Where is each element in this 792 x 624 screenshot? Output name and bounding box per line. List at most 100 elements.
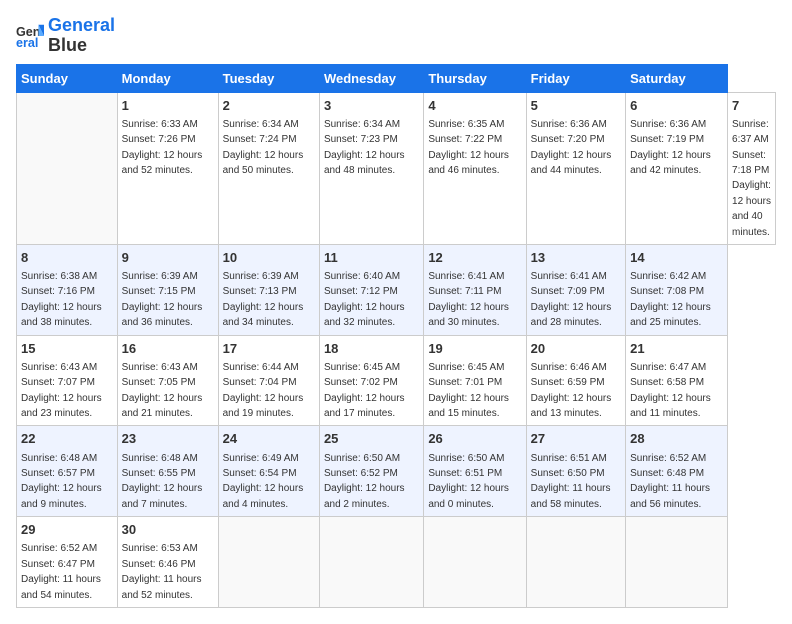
day-detail: Sunrise: 6:43 AMSunset: 7:05 PMDaylight:… <box>122 362 203 419</box>
calendar-cell: 27 Sunrise: 6:51 AMSunset: 6:50 PMDaylig… <box>526 426 625 517</box>
day-detail: Sunrise: 6:33 AMSunset: 7:26 PMDaylight:… <box>122 119 203 176</box>
day-number: 25 <box>324 430 419 448</box>
day-detail: Sunrise: 6:42 AMSunset: 7:08 PMDaylight:… <box>630 271 711 328</box>
calendar-cell: 15 Sunrise: 6:43 AMSunset: 7:07 PMDaylig… <box>17 335 118 426</box>
day-number: 28 <box>630 430 723 448</box>
weekday-header-saturday: Saturday <box>626 64 728 92</box>
calendar-cell: 14 Sunrise: 6:42 AMSunset: 7:08 PMDaylig… <box>626 244 728 335</box>
day-detail: Sunrise: 6:35 AMSunset: 7:22 PMDaylight:… <box>428 119 509 176</box>
day-number: 30 <box>122 521 214 539</box>
day-number: 17 <box>223 340 315 358</box>
day-detail: Sunrise: 6:34 AMSunset: 7:24 PMDaylight:… <box>223 119 304 176</box>
weekday-header-sunday: Sunday <box>17 64 118 92</box>
day-detail: Sunrise: 6:36 AMSunset: 7:19 PMDaylight:… <box>630 119 711 176</box>
day-detail: Sunrise: 6:45 AMSunset: 7:01 PMDaylight:… <box>428 362 509 419</box>
calendar-cell <box>319 517 423 608</box>
day-number: 27 <box>531 430 621 448</box>
calendar-cell: 13 Sunrise: 6:41 AMSunset: 7:09 PMDaylig… <box>526 244 625 335</box>
calendar-week-2: 8 Sunrise: 6:38 AMSunset: 7:16 PMDayligh… <box>17 244 776 335</box>
day-detail: Sunrise: 6:39 AMSunset: 7:15 PMDaylight:… <box>122 271 203 328</box>
calendar-cell: 5 Sunrise: 6:36 AMSunset: 7:20 PMDayligh… <box>526 92 625 244</box>
weekday-header-row: SundayMondayTuesdayWednesdayThursdayFrid… <box>17 64 776 92</box>
day-number: 8 <box>21 249 113 267</box>
day-number: 4 <box>428 97 521 115</box>
svg-text:eral: eral <box>16 36 38 50</box>
weekday-header-wednesday: Wednesday <box>319 64 423 92</box>
calendar-cell: 21 Sunrise: 6:47 AMSunset: 6:58 PMDaylig… <box>626 335 728 426</box>
calendar-cell: 30 Sunrise: 6:53 AMSunset: 6:46 PMDaylig… <box>117 517 218 608</box>
day-detail: Sunrise: 6:46 AMSunset: 6:59 PMDaylight:… <box>531 362 612 419</box>
day-detail: Sunrise: 6:41 AMSunset: 7:09 PMDaylight:… <box>531 271 612 328</box>
page-header: Gen eral GeneralBlue <box>16 16 776 56</box>
calendar-cell: 8 Sunrise: 6:38 AMSunset: 7:16 PMDayligh… <box>17 244 118 335</box>
calendar-cell: 29 Sunrise: 6:52 AMSunset: 6:47 PMDaylig… <box>17 517 118 608</box>
day-number: 22 <box>21 430 113 448</box>
calendar-cell: 12 Sunrise: 6:41 AMSunset: 7:11 PMDaylig… <box>424 244 526 335</box>
day-detail: Sunrise: 6:52 AMSunset: 6:47 PMDaylight:… <box>21 543 101 600</box>
calendar-cell: 19 Sunrise: 6:45 AMSunset: 7:01 PMDaylig… <box>424 335 526 426</box>
day-number: 14 <box>630 249 723 267</box>
day-number: 15 <box>21 340 113 358</box>
day-detail: Sunrise: 6:39 AMSunset: 7:13 PMDaylight:… <box>223 271 304 328</box>
calendar-cell: 24 Sunrise: 6:49 AMSunset: 6:54 PMDaylig… <box>218 426 319 517</box>
day-detail: Sunrise: 6:47 AMSunset: 6:58 PMDaylight:… <box>630 362 711 419</box>
calendar-cell: 4 Sunrise: 6:35 AMSunset: 7:22 PMDayligh… <box>424 92 526 244</box>
day-detail: Sunrise: 6:38 AMSunset: 7:16 PMDaylight:… <box>21 271 102 328</box>
day-detail: Sunrise: 6:51 AMSunset: 6:50 PMDaylight:… <box>531 453 611 510</box>
day-detail: Sunrise: 6:41 AMSunset: 7:11 PMDaylight:… <box>428 271 509 328</box>
day-number: 13 <box>531 249 621 267</box>
weekday-header-tuesday: Tuesday <box>218 64 319 92</box>
calendar-cell: 2 Sunrise: 6:34 AMSunset: 7:24 PMDayligh… <box>218 92 319 244</box>
day-detail: Sunrise: 6:50 AMSunset: 6:51 PMDaylight:… <box>428 453 509 510</box>
day-number: 26 <box>428 430 521 448</box>
calendar-cell: 22 Sunrise: 6:48 AMSunset: 6:57 PMDaylig… <box>17 426 118 517</box>
calendar-cell: 18 Sunrise: 6:45 AMSunset: 7:02 PMDaylig… <box>319 335 423 426</box>
calendar-cell: 1 Sunrise: 6:33 AMSunset: 7:26 PMDayligh… <box>117 92 218 244</box>
calendar-cell <box>626 517 728 608</box>
calendar-cell: 26 Sunrise: 6:50 AMSunset: 6:51 PMDaylig… <box>424 426 526 517</box>
logo-name: GeneralBlue <box>48 16 115 56</box>
day-detail: Sunrise: 6:45 AMSunset: 7:02 PMDaylight:… <box>324 362 405 419</box>
calendar-cell: 3 Sunrise: 6:34 AMSunset: 7:23 PMDayligh… <box>319 92 423 244</box>
calendar-cell <box>424 517 526 608</box>
calendar-cell: 23 Sunrise: 6:48 AMSunset: 6:55 PMDaylig… <box>117 426 218 517</box>
calendar-cell: 9 Sunrise: 6:39 AMSunset: 7:15 PMDayligh… <box>117 244 218 335</box>
calendar-cell <box>526 517 625 608</box>
calendar-week-3: 15 Sunrise: 6:43 AMSunset: 7:07 PMDaylig… <box>17 335 776 426</box>
day-number: 3 <box>324 97 419 115</box>
calendar-week-5: 29 Sunrise: 6:52 AMSunset: 6:47 PMDaylig… <box>17 517 776 608</box>
day-detail: Sunrise: 6:40 AMSunset: 7:12 PMDaylight:… <box>324 271 405 328</box>
day-detail: Sunrise: 6:53 AMSunset: 6:46 PMDaylight:… <box>122 543 202 600</box>
day-number: 2 <box>223 97 315 115</box>
day-detail: Sunrise: 6:48 AMSunset: 6:57 PMDaylight:… <box>21 453 102 510</box>
calendar-cell <box>17 92 118 244</box>
calendar-cell: 10 Sunrise: 6:39 AMSunset: 7:13 PMDaylig… <box>218 244 319 335</box>
day-number: 7 <box>732 97 771 115</box>
calendar-cell <box>218 517 319 608</box>
day-detail: Sunrise: 6:43 AMSunset: 7:07 PMDaylight:… <box>21 362 102 419</box>
calendar-table: SundayMondayTuesdayWednesdayThursdayFrid… <box>16 64 776 608</box>
day-number: 24 <box>223 430 315 448</box>
weekday-header-thursday: Thursday <box>424 64 526 92</box>
day-number: 12 <box>428 249 521 267</box>
day-number: 6 <box>630 97 723 115</box>
day-detail: Sunrise: 6:48 AMSunset: 6:55 PMDaylight:… <box>122 453 203 510</box>
calendar-cell: 25 Sunrise: 6:50 AMSunset: 6:52 PMDaylig… <box>319 426 423 517</box>
day-detail: Sunrise: 6:49 AMSunset: 6:54 PMDaylight:… <box>223 453 304 510</box>
weekday-header-friday: Friday <box>526 64 625 92</box>
day-number: 11 <box>324 249 419 267</box>
day-number: 9 <box>122 249 214 267</box>
day-detail: Sunrise: 6:52 AMSunset: 6:48 PMDaylight:… <box>630 453 710 510</box>
day-number: 1 <box>122 97 214 115</box>
calendar-cell: 7 Sunrise: 6:37 AMSunset: 7:18 PMDayligh… <box>728 92 776 244</box>
calendar-cell: 17 Sunrise: 6:44 AMSunset: 7:04 PMDaylig… <box>218 335 319 426</box>
calendar-week-4: 22 Sunrise: 6:48 AMSunset: 6:57 PMDaylig… <box>17 426 776 517</box>
day-detail: Sunrise: 6:34 AMSunset: 7:23 PMDaylight:… <box>324 119 405 176</box>
day-number: 10 <box>223 249 315 267</box>
day-number: 19 <box>428 340 521 358</box>
day-number: 16 <box>122 340 214 358</box>
calendar-cell: 20 Sunrise: 6:46 AMSunset: 6:59 PMDaylig… <box>526 335 625 426</box>
day-number: 21 <box>630 340 723 358</box>
calendar-cell: 6 Sunrise: 6:36 AMSunset: 7:19 PMDayligh… <box>626 92 728 244</box>
calendar-week-1: 1 Sunrise: 6:33 AMSunset: 7:26 PMDayligh… <box>17 92 776 244</box>
